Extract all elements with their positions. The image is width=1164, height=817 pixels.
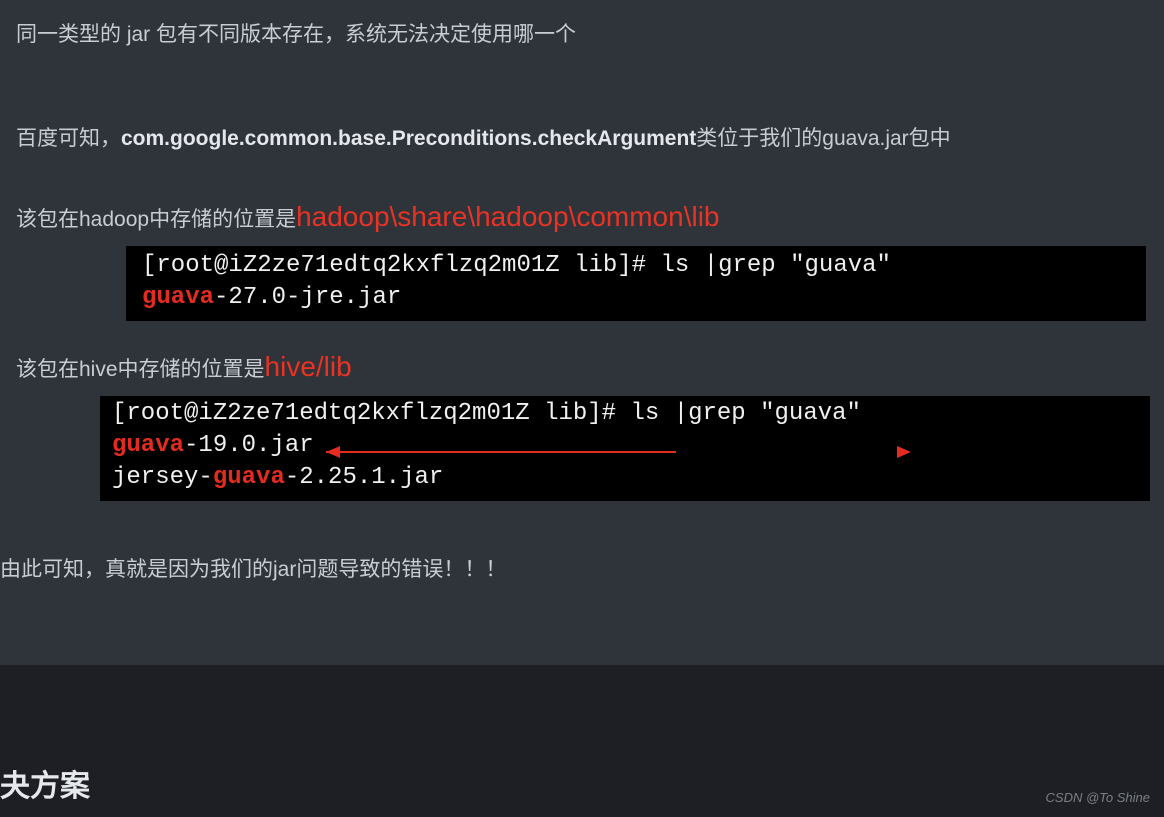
hadoop-location-line: 该包在hadoop中存储的位置是hadoop\share\hadoop\comm… (16, 195, 1164, 240)
hive-label: 该包在hive中存储的位置是 (16, 358, 265, 381)
terminal-text: -19.0.jar (184, 432, 314, 459)
solution-section: 夬方案 (0, 665, 1164, 817)
terminal-line: [root@iZ2ze71edtq2kxflzq2m01Z lib]# ls |… (112, 398, 1138, 430)
terminal-line: guava-19.0.jar (112, 430, 1138, 462)
terminal-match: guava (142, 284, 214, 311)
terminal-line: guava-27.0-jre.jar (142, 282, 1130, 314)
paragraph-baidu: 百度可知，com.google.common.base.Precondition… (16, 122, 1164, 156)
terminal-hadoop: [root@iZ2ze71edtq2kxflzq2m01Z lib]# ls |… (126, 246, 1146, 321)
hive-location-line: 该包在hive中存储的位置是hive/lib (16, 345, 1164, 390)
paragraph-conclusion: 由此可知，真就是因为我们的jar问题导致的错误！！！ (0, 553, 1164, 587)
text-prefix: 百度可知， (16, 127, 121, 150)
terminal-text: -27.0-jre.jar (214, 284, 401, 311)
article-body: 同一类型的 jar 包有不同版本存在，系统无法决定使用哪一个 百度可知，com.… (0, 18, 1164, 586)
terminal-match: guava (213, 464, 285, 491)
terminal-line: jersey-guava-2.25.1.jar (112, 462, 1138, 494)
terminal-match: guava (112, 432, 184, 459)
solution-heading: 夬方案 (0, 763, 90, 811)
terminal-text: jersey- (112, 464, 213, 491)
class-name-strong: com.google.common.base.Preconditions.che… (121, 127, 696, 150)
paragraph-intro: 同一类型的 jar 包有不同版本存在，系统无法决定使用哪一个 (16, 18, 1164, 52)
hadoop-label: 该包在hadoop中存储的位置是 (16, 208, 296, 231)
hive-path: hive/lib (265, 351, 352, 382)
terminal-prompt: [root@iZ2ze71edtq2kxflzq2m01Z lib]# ls |… (112, 400, 861, 427)
terminal-text: -2.25.1.jar (285, 464, 443, 491)
hadoop-path: hadoop\share\hadoop\common\lib (296, 201, 719, 232)
terminal-prompt: [root@iZ2ze71edtq2kxflzq2m01Z lib]# ls |… (142, 252, 891, 279)
text-suffix: 类位于我们的guava.jar包中 (696, 127, 950, 150)
terminal-line: [root@iZ2ze71edtq2kxflzq2m01Z lib]# ls |… (142, 250, 1130, 282)
terminal-hive: [root@iZ2ze71edtq2kxflzq2m01Z lib]# ls |… (100, 396, 1150, 501)
